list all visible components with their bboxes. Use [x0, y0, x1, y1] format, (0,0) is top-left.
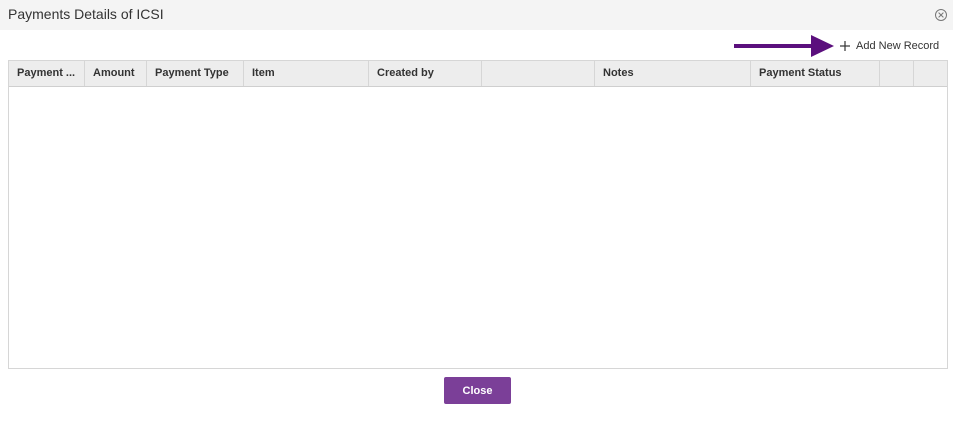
grid-body [9, 87, 947, 368]
add-new-record-button[interactable]: Add New Record [838, 37, 939, 55]
column-header-amount[interactable]: Amount [85, 61, 147, 86]
dialog-title: Payments Details of ICSI [8, 6, 164, 22]
column-header-action-2[interactable] [914, 61, 947, 86]
dialog-titlebar: Payments Details of ICSI [0, 0, 953, 30]
column-header-notes[interactable]: Notes [595, 61, 751, 86]
column-header-payment-status[interactable]: Payment Status [751, 61, 880, 86]
add-new-record-label: Add New Record [856, 40, 940, 52]
annotation-arrow-icon [734, 35, 834, 57]
grid-header: Payment ... Amount Payment Type Item Cre… [9, 61, 947, 87]
column-header-payment[interactable]: Payment ... [9, 61, 85, 86]
column-header-payment-type[interactable]: Payment Type [147, 61, 244, 86]
column-header-blank[interactable] [482, 61, 595, 86]
column-header-created-by[interactable]: Created by [369, 61, 482, 86]
column-header-action-1[interactable] [880, 61, 914, 86]
plus-icon [840, 41, 850, 51]
close-circle-icon[interactable] [934, 8, 948, 22]
payments-grid: Payment ... Amount Payment Type Item Cre… [8, 60, 948, 369]
payments-dialog: Payments Details of ICSI Add New Record … [0, 0, 953, 431]
column-header-item[interactable]: Item [244, 61, 369, 86]
close-button[interactable]: Close [444, 377, 511, 404]
